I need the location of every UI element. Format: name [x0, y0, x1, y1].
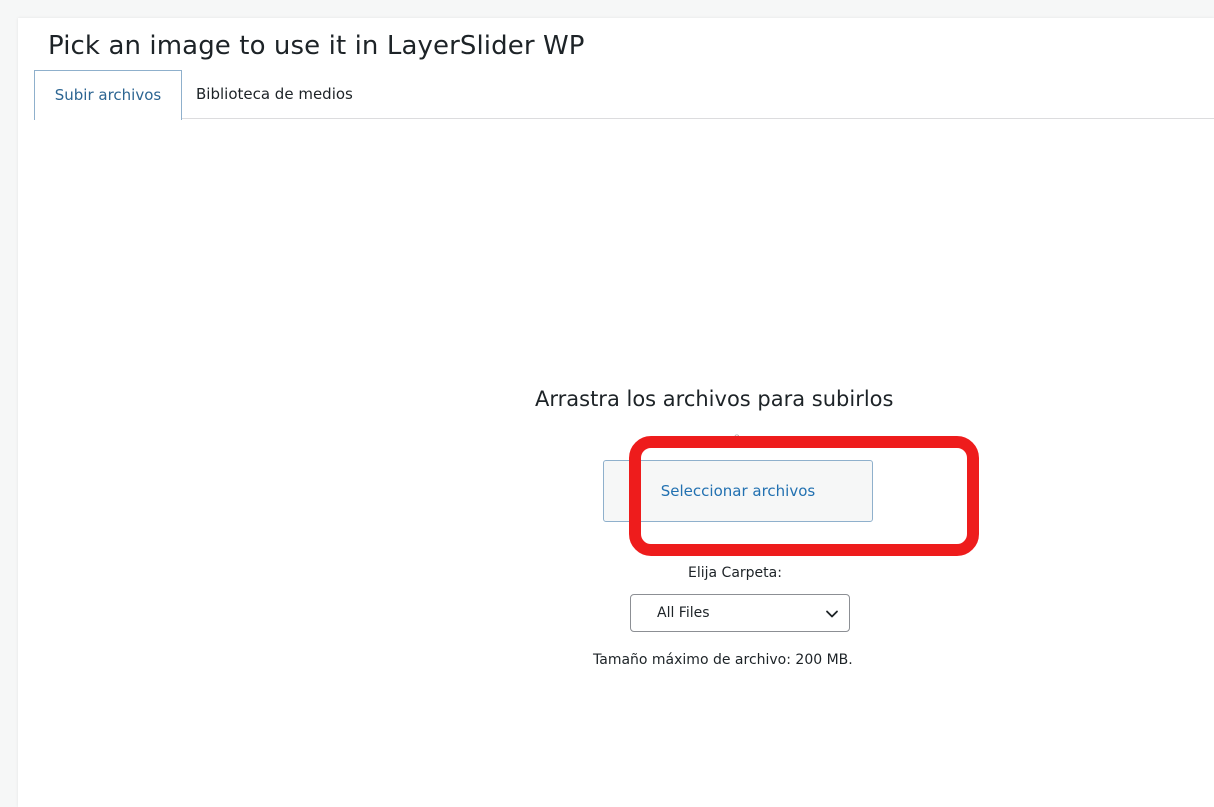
chevron-down-icon: [826, 610, 838, 618]
folder-select-value: All Files: [657, 605, 710, 621]
folder-select[interactable]: All Files: [630, 594, 850, 632]
modal-title: Pick an image to use it in LayerSlider W…: [48, 31, 585, 61]
max-upload-size: Tamaño máximo de archivo: 200 MB.: [593, 652, 853, 668]
drop-or-text: o: [734, 432, 740, 443]
media-tabs: Subir archivos Biblioteca de medios: [34, 70, 1214, 120]
tab-media-library[interactable]: Biblioteca de medios: [194, 70, 355, 118]
tab-upload-files[interactable]: Subir archivos: [34, 70, 182, 120]
select-files-button[interactable]: Seleccionar archivos: [603, 460, 873, 522]
tabs-divider: [34, 118, 1214, 119]
drop-instructions-title: Arrastra los archivos para subirlos: [535, 387, 894, 411]
folder-label: Elija Carpeta:: [688, 565, 782, 581]
